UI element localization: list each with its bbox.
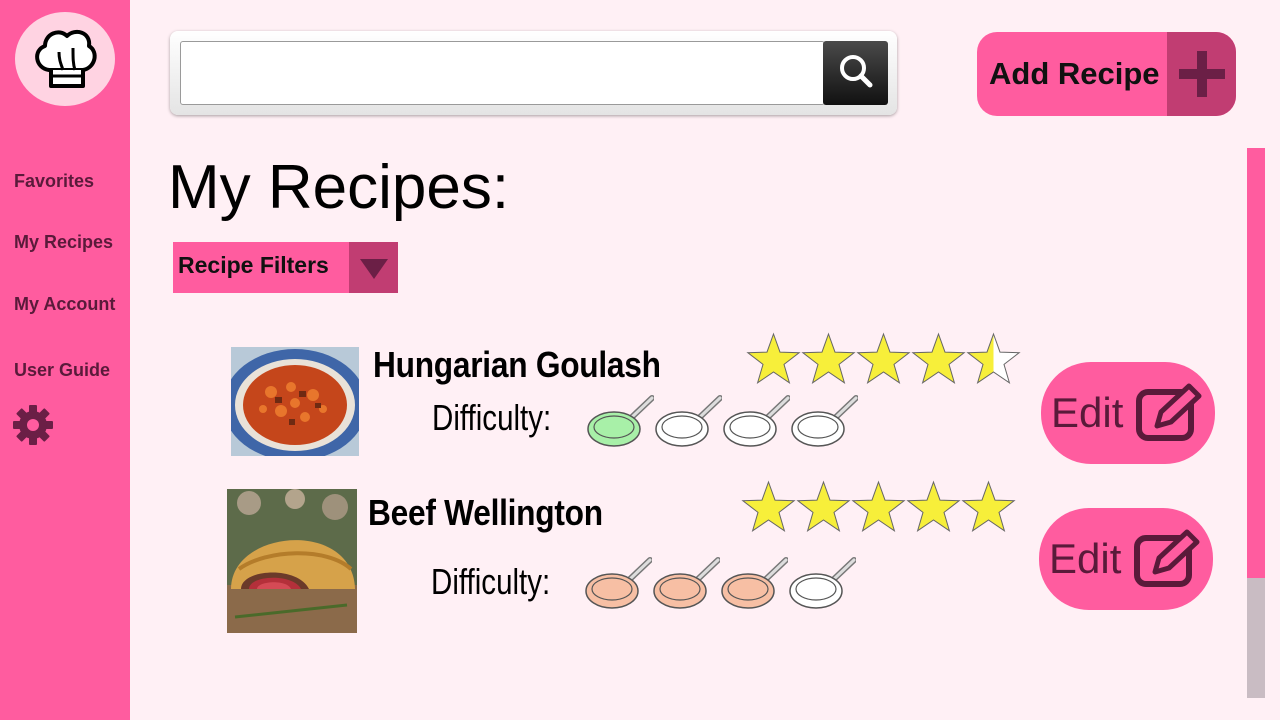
pan-icon [585, 557, 652, 609]
pan-icon [791, 395, 858, 447]
chef-hat-icon[interactable] [15, 12, 115, 106]
add-recipe-button[interactable]: Add Recipe [977, 32, 1236, 116]
star-icon [741, 480, 796, 532]
difficulty-pans [584, 557, 856, 611]
search-bar [170, 31, 897, 115]
page-title: My Recipes: [168, 153, 510, 222]
scrollbar-track[interactable] [1247, 148, 1265, 698]
recipe-filters-dropdown[interactable]: Recipe Filters [173, 242, 398, 293]
rating-stars [741, 478, 1016, 536]
recipe-filters-label: Recipe Filters [178, 252, 329, 278]
edit-icon [1135, 382, 1203, 449]
rating-stars [746, 330, 1021, 388]
difficulty-pans [586, 395, 858, 449]
wellington-photo[interactable] [227, 489, 357, 633]
chevron-down-icon [349, 242, 398, 293]
star-icon [801, 332, 856, 384]
star-icon [966, 332, 1021, 384]
edit-button[interactable]: Edit [1041, 362, 1215, 464]
search-input[interactable] [180, 41, 825, 105]
recipe-name[interactable]: Beef Wellington [368, 492, 603, 534]
pan-icon [721, 557, 788, 609]
star-icon [961, 480, 1016, 532]
recipe-name[interactable]: Hungarian Goulash [373, 344, 661, 386]
sidebar: Favorites My Recipes My Account User Gui… [0, 0, 130, 720]
sidebar-item-my-recipes[interactable]: My Recipes [14, 232, 113, 253]
difficulty-label: Difficulty: [431, 561, 551, 602]
star-icon [856, 332, 911, 384]
edit-icon [1133, 528, 1201, 595]
star-icon [906, 480, 961, 532]
pan-icon [655, 395, 722, 447]
edit-button[interactable]: Edit [1039, 508, 1213, 610]
star-icon [851, 480, 906, 532]
difficulty-label: Difficulty: [432, 397, 552, 438]
edit-label: Edit [1049, 535, 1122, 582]
goulash-photo[interactable] [231, 347, 359, 456]
pan-icon [653, 557, 720, 609]
pan-icon [587, 395, 654, 447]
sidebar-item-my-account[interactable]: My Account [14, 294, 115, 315]
plus-icon [1167, 32, 1236, 116]
star-icon [746, 332, 801, 384]
search-icon [836, 51, 876, 96]
star-icon [796, 480, 851, 532]
star-icon [911, 332, 966, 384]
pan-icon [789, 557, 856, 609]
pan-icon [723, 395, 790, 447]
gear-icon[interactable] [12, 404, 54, 446]
sidebar-item-user-guide[interactable]: User Guide [14, 360, 110, 381]
sidebar-item-favorites[interactable]: Favorites [14, 171, 94, 192]
scrollbar-thumb[interactable] [1247, 148, 1265, 578]
edit-label: Edit [1051, 389, 1124, 436]
add-recipe-label: Add Recipe [989, 56, 1160, 91]
search-button[interactable] [823, 41, 888, 105]
